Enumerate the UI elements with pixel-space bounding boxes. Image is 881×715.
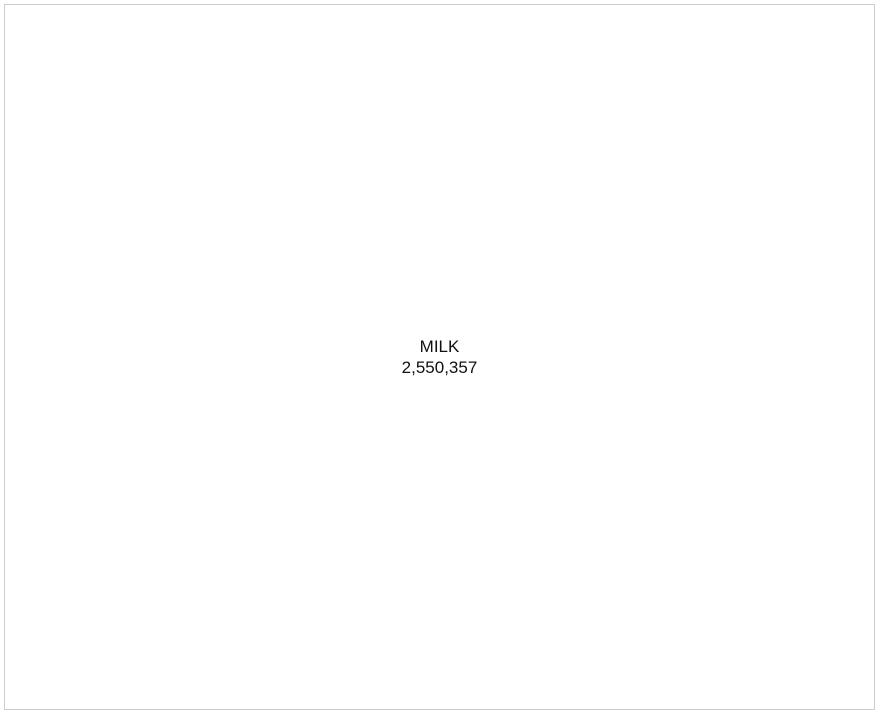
tile-label: MILK xyxy=(419,337,460,356)
treemap-chart: MILK 2,550,357 xyxy=(4,4,875,710)
tile-value: 2,550,357 xyxy=(401,358,478,377)
treemap-tile-milk[interactable]: MILK 2,550,357 xyxy=(5,5,874,709)
